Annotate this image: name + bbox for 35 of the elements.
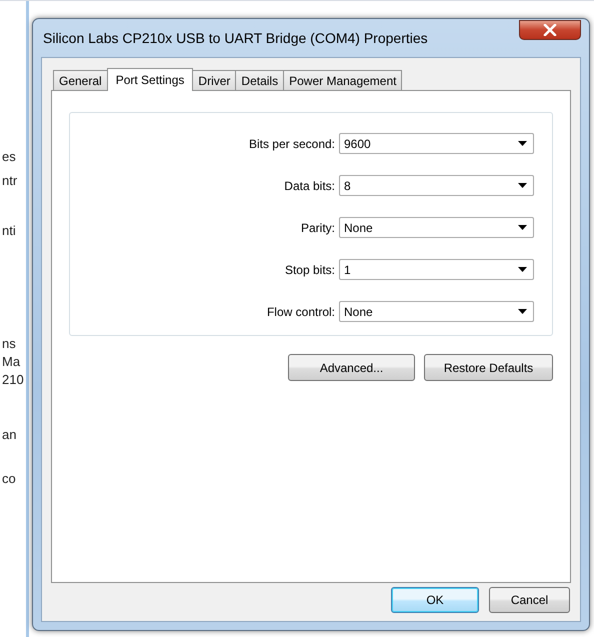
tab[interactable]: Driver	[192, 70, 236, 90]
dropdown[interactable]: 8	[339, 175, 534, 196]
setting-label: Data bits:	[284, 178, 335, 192]
close-button[interactable]	[519, 20, 581, 40]
background-text: 210	[2, 372, 25, 388]
dropdown[interactable]: 9600	[339, 133, 534, 154]
dropdown-arrow-icon	[518, 267, 527, 272]
tab[interactable]: Details	[235, 70, 284, 90]
dialog-button[interactable]: Cancel	[489, 587, 570, 613]
dropdown-arrow-icon	[518, 141, 527, 146]
background-text: nti	[2, 223, 17, 239]
setting-label: Bits per second:	[248, 136, 335, 150]
background-text: ns	[2, 336, 17, 352]
tab[interactable]: General	[53, 70, 108, 90]
background-text: an	[2, 427, 18, 443]
tab[interactable]: Power Management	[283, 70, 402, 90]
dropdown-arrow-icon	[518, 183, 527, 188]
setting-label: Parity:	[300, 220, 335, 234]
background-text: Ma	[2, 354, 22, 370]
window-title: Silicon Labs CP210x USB to UART Bridge (COM4) Properties	[42, 30, 428, 46]
close-icon	[543, 24, 557, 36]
dropdown-arrow-icon	[518, 309, 527, 314]
dropdown[interactable]: None	[339, 217, 534, 238]
dialog-button[interactable]: Advanced...	[288, 354, 415, 381]
dropdown-arrow-icon	[518, 225, 527, 230]
dropdown[interactable]: None	[339, 301, 534, 322]
tab[interactable]: Port Settings	[106, 68, 194, 91]
dialog-button[interactable]: OK	[391, 587, 479, 613]
dialog-button[interactable]: Restore Defaults	[424, 354, 553, 381]
background-text: ntr	[2, 173, 18, 189]
setting-label: Stop bits:	[284, 262, 335, 276]
dropdown[interactable]: 1	[339, 259, 534, 280]
background-text: es	[2, 149, 17, 165]
setting-label: Flow control:	[266, 304, 335, 318]
background-text: co	[2, 471, 17, 487]
